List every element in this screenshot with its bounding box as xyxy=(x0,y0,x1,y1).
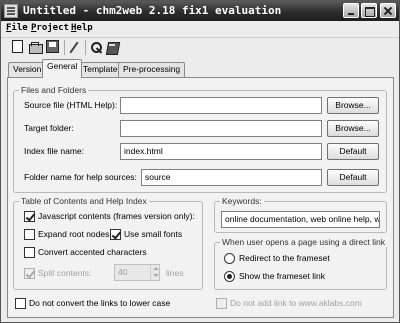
index-default-button[interactable]: Default xyxy=(327,143,379,160)
redirect-frameset-radio[interactable] xyxy=(224,253,235,264)
index-file-input[interactable]: index.html xyxy=(120,143,322,160)
show-frameset-link-radio[interactable] xyxy=(224,271,235,282)
maximize-button[interactable] xyxy=(361,3,377,18)
small-fonts-checkbox[interactable] xyxy=(110,229,121,240)
no-lowercase-label: Do not convert the links to lower case xyxy=(29,298,171,308)
menu-file[interactable]: File xyxy=(6,23,28,33)
direct-link-group: When user opens a page using a direct li… xyxy=(214,237,388,290)
tab-general[interactable]: General xyxy=(42,59,83,78)
target-folder-label: Target folder: xyxy=(24,123,74,133)
expand-root-label: Expand root nodes xyxy=(38,229,110,239)
tab-version[interactable]: Version xyxy=(8,62,47,77)
app-window: Untitled - chm2web 2.18 fix1 evaluation … xyxy=(0,0,400,323)
convert-accented-label: Convert accented characters xyxy=(38,247,147,257)
toc-group: Table of Contents and Help Index Javascr… xyxy=(13,196,203,290)
app-icon xyxy=(4,4,18,18)
javascript-contents-label: Javascript contents (frames version only… xyxy=(38,211,195,221)
direct-link-label: When user opens a page using a direct li… xyxy=(220,237,388,247)
expand-root-checkbox[interactable] xyxy=(24,229,35,240)
tab-template[interactable]: Template xyxy=(78,62,123,77)
books-icon[interactable] xyxy=(105,40,120,55)
target-browse-button[interactable]: Browse... xyxy=(327,120,379,137)
toolbar-separator xyxy=(85,40,86,55)
split-contents-label: Split contents: xyxy=(38,268,92,278)
no-aklabs-link-label: Do not add link to www.aklabs.com xyxy=(230,298,362,308)
tools-icon[interactable] xyxy=(89,40,104,55)
javascript-contents-checkbox[interactable] xyxy=(24,211,35,222)
folder-name-label: Folder name for help sources: xyxy=(24,172,137,182)
keywords-label: Keywords: xyxy=(220,196,264,206)
files-and-folders-group: Files and Folders Source file (HTML Help… xyxy=(13,85,387,193)
keywords-group: Keywords: online documentation, web onli… xyxy=(214,196,387,233)
toolbar-separator xyxy=(64,40,65,55)
open-folder-icon[interactable] xyxy=(28,40,43,55)
target-folder-input[interactable] xyxy=(120,120,322,137)
source-file-label: Source file (HTML Help): xyxy=(24,100,118,110)
split-contents-unit: lines xyxy=(166,268,184,278)
files-and-folders-label: Files and Folders xyxy=(19,85,89,95)
split-contents-checkbox[interactable] xyxy=(24,268,35,279)
keywords-input[interactable]: online documentation, web online help, w… xyxy=(221,211,380,228)
general-tab-panel: Files and Folders Source file (HTML Help… xyxy=(7,77,394,318)
index-file-label: Index file name: xyxy=(24,146,85,156)
title-bar[interactable]: Untitled - chm2web 2.18 fix1 evaluation xyxy=(1,1,399,21)
folder-default-button[interactable]: Default xyxy=(327,169,379,186)
split-contents-spinner[interactable] xyxy=(150,265,160,280)
redirect-frameset-label: Redirect to the frameset xyxy=(239,253,330,263)
new-file-icon[interactable] xyxy=(12,40,23,53)
source-file-input[interactable] xyxy=(120,97,322,114)
menu-bar: File Project Help xyxy=(1,21,399,37)
no-aklabs-link-checkbox[interactable] xyxy=(216,298,227,309)
convert-accented-checkbox[interactable] xyxy=(24,247,35,258)
no-lowercase-checkbox[interactable] xyxy=(15,298,26,309)
split-contents-value: 40 xyxy=(118,267,128,277)
menu-project[interactable]: Project xyxy=(31,23,69,33)
small-fonts-label: Use small fonts xyxy=(124,229,183,239)
window-title: Untitled - chm2web 2.18 fix1 evaluation xyxy=(23,4,282,17)
toc-group-label: Table of Contents and Help Index xyxy=(19,196,149,206)
tab-pre-processing[interactable]: Pre-processing xyxy=(118,62,186,77)
menu-help[interactable]: Help xyxy=(71,23,93,33)
folder-name-input[interactable]: source xyxy=(141,169,322,186)
save-icon[interactable] xyxy=(46,40,59,53)
minimize-button[interactable] xyxy=(343,3,359,18)
toolbar xyxy=(1,37,399,57)
show-frameset-link-label: Show the frameset link xyxy=(239,271,325,281)
source-browse-button[interactable]: Browse... xyxy=(327,97,379,114)
pen-icon[interactable] xyxy=(67,40,82,55)
close-button[interactable] xyxy=(380,3,396,18)
